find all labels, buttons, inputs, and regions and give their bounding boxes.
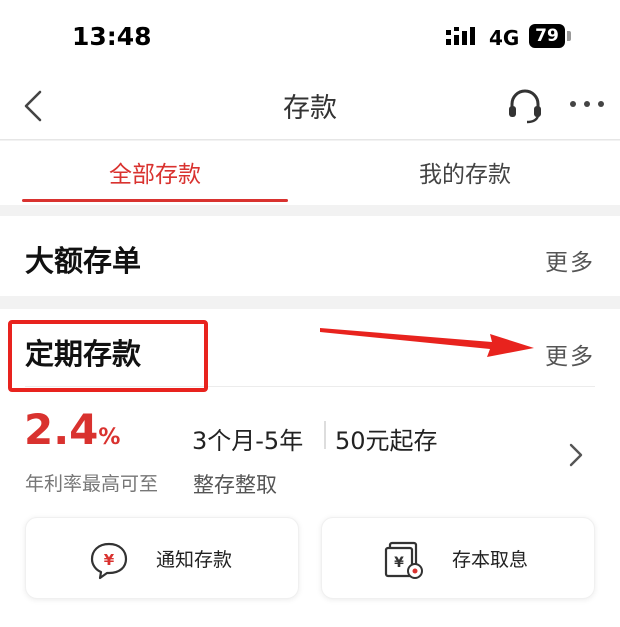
deposit-type: 整存整取 — [193, 473, 277, 497]
rate-number: 2.4 — [24, 405, 99, 454]
min-amount: 50元起存 — [335, 427, 438, 455]
more-icon[interactable] — [568, 98, 606, 110]
svg-text:¥: ¥ — [394, 555, 404, 571]
more-link-fixed[interactable]: 更多 — [545, 337, 595, 371]
rate-label: 年利率最高可至 — [25, 473, 159, 495]
svg-text:¥: ¥ — [104, 551, 115, 569]
term-range: 3个月-5年 — [192, 427, 304, 455]
section-title-large-cd: 大额存单 — [25, 244, 142, 278]
principal-interest-icon: ¥ — [384, 541, 423, 579]
chevron-right-icon[interactable] — [568, 442, 584, 468]
rate-value[interactable]: 2.4% — [24, 405, 120, 454]
annotation-highlight-box — [8, 320, 208, 392]
signal-icon — [446, 27, 475, 45]
annotation-arrow-icon — [320, 328, 534, 357]
principal-interest-label: 存本取息 — [452, 549, 529, 571]
status-time: 13:48 — [72, 22, 152, 51]
nav-bar: 存款 — [0, 72, 620, 140]
headset-icon[interactable] — [505, 86, 545, 126]
section-large-cd: 大额存单 更多 — [0, 216, 620, 296]
tab-bar: 全部存款 我的存款 — [0, 141, 620, 205]
tab-all-deposits[interactable]: 全部存款 — [10, 155, 300, 189]
tab-my-deposits[interactable]: 我的存款 — [320, 155, 610, 189]
battery-icon: 79 — [529, 24, 565, 48]
notice-deposit-icon: ¥ — [90, 542, 128, 580]
tab-active-indicator — [22, 199, 288, 202]
principal-interest-button[interactable]: ¥ 存本取息 — [321, 517, 595, 599]
more-link-large-cd[interactable]: 更多 — [545, 243, 595, 277]
network-label: 4G — [489, 26, 520, 50]
status-bar: 13:48 4G 79 — [0, 0, 620, 72]
notice-deposit-button[interactable]: ¥ 通知存款 — [25, 517, 299, 599]
battery-tip — [567, 31, 571, 41]
rate-unit: % — [98, 425, 121, 450]
notice-deposit-label: 通知存款 — [156, 549, 233, 571]
term-separator — [324, 421, 326, 449]
